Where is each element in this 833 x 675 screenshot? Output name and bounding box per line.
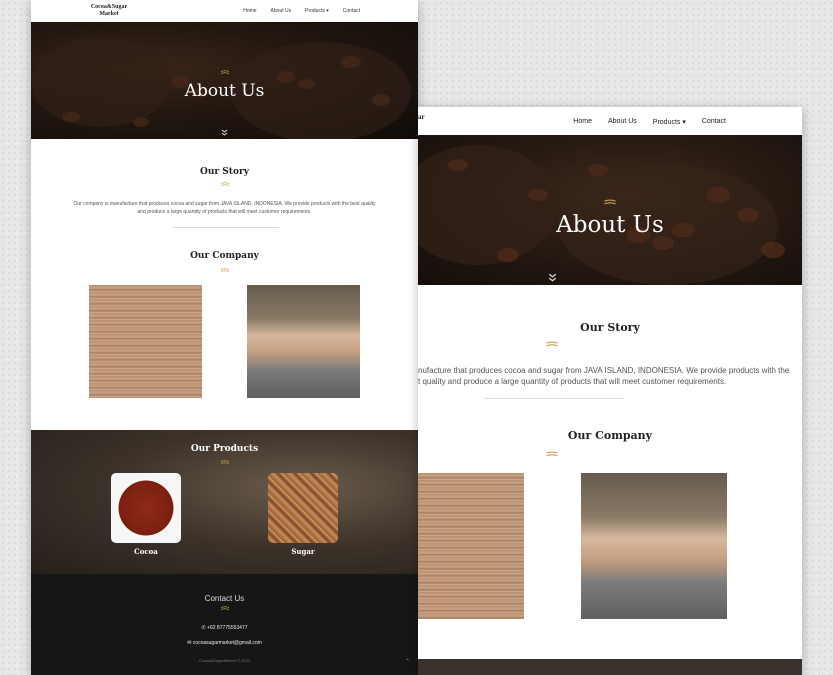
squiggle-divider-icon [220,606,229,610]
copyright: Cocoa&SugarMarket © 2021 [198,658,251,663]
squiggle-divider-icon [604,199,616,205]
hero-title: About Us [184,81,265,101]
footer: Contact Us ✆ +62 87775553477 ✉ cocoasuga… [31,574,418,675]
whatsapp-icon: ✆ [201,625,206,631]
products-section: Our Products Cocoa Sugar [31,430,418,574]
navbar: Cocoa&Sugar Market Home About Us Product… [31,0,418,22]
story-text: Our company is manufacture that produces… [73,201,376,215]
contact-email: cocoasugarmarket@gmail.com [192,640,262,646]
squiggle-divider-icon [220,268,229,272]
squiggle-divider-icon [220,182,229,186]
company-photo-warehouse [247,285,360,398]
story-text-line2: t quality and produce a large quantity o… [418,377,727,386]
nav-products[interactable]: Products ▾ [653,118,686,126]
nav-menu: Home About Us Products ▾ Contact [243,8,360,14]
squiggle-divider-icon [220,70,229,74]
squiggle-divider-icon [220,460,229,464]
nav-contact[interactable]: Contact [343,8,360,14]
chevron-double-down-icon[interactable] [548,273,557,282]
page-mockup-large: ar Home About Us Products ▾ Contact Abou… [418,107,802,675]
hero-banner: About Us [31,22,418,139]
nav-home[interactable]: Home [573,118,592,126]
page-mockup-small: Cocoa&Sugar Market Home About Us Product… [31,0,418,675]
product-cocoa-label[interactable]: Cocoa [111,548,181,556]
nav-about[interactable]: About Us [608,118,637,126]
nav-menu: Home About Us Products ▾ Contact [573,118,726,126]
company-heading: Our Company [567,429,653,442]
site-logo[interactable]: Cocoa&Sugar Market [89,4,129,18]
site-logo-partial[interactable]: ar [418,113,425,121]
contact-phone-row[interactable]: ✆ +62 87775553477 [31,625,418,631]
products-section-edge [418,659,802,675]
company-heading: Our Company [190,251,259,261]
hero-title: About Us [556,212,664,238]
nav-products[interactable]: Products ▾ [305,8,329,14]
company-photo-warehouse [581,473,727,619]
nav-contact[interactable]: Contact [702,118,726,126]
story-heading: Our Story [200,167,249,177]
chevron-up-icon[interactable]: ⌃ [405,658,410,665]
company-photo-sacks [418,473,524,619]
company-photo-sacks [89,285,202,398]
contact-email-row[interactable]: ✉ cocoasugarmarket@gmail.com [31,640,418,646]
hero-background-beans [418,135,802,285]
products-heading: Our Products [190,444,259,454]
contact-heading: Contact Us [204,594,245,603]
squiggle-divider-icon [546,451,558,457]
product-sugar-label[interactable]: Sugar [268,548,338,556]
product-cocoa-image[interactable] [111,473,181,543]
story-section: Our Story Our company is manufacture tha… [31,139,418,284]
chevron-double-down-icon[interactable] [221,129,228,136]
envelope-icon: ✉ [187,640,192,646]
product-sugar-image[interactable] [268,473,338,543]
squiggle-divider-icon [546,341,558,347]
navbar: ar Home About Us Products ▾ Contact [418,107,802,135]
nav-home[interactable]: Home [243,8,256,14]
nav-about[interactable]: About Us [271,8,292,14]
section-divider [484,398,624,399]
story-text-line1: nufacture that produces cocoa and sugar … [418,366,790,375]
story-heading: Our Story [580,321,640,334]
hero-banner: About Us [418,135,802,285]
contact-phone: +62 87775553477 [207,625,248,631]
section-divider [172,227,279,228]
